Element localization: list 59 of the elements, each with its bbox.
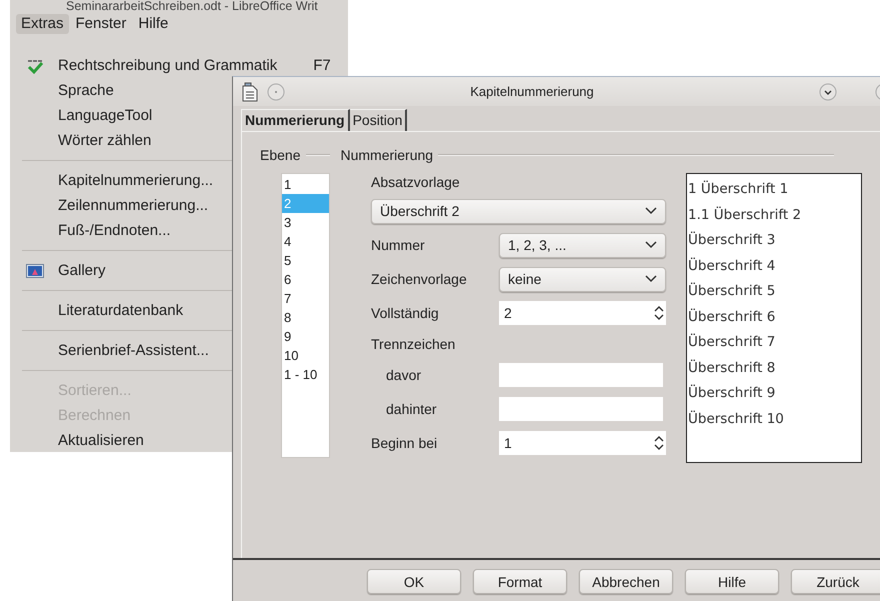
preview-heading: Überschrift 9 (688, 384, 776, 403)
menu-item[interactable]: Rechtschreibung und Grammatik F7 (10, 53, 348, 78)
preview-heading: Überschrift 6 (688, 308, 776, 326)
field-label: Vollständig (371, 305, 440, 321)
field-label: Trennzeichen (371, 336, 456, 352)
dialog-button[interactable]: Abbrechen (579, 569, 673, 594)
window-title: SeminararbeitSchreiben.odt - LibreOffice Writ (65, 0, 319, 13)
spin-field[interactable]: 1 (499, 431, 666, 455)
list-item[interactable]: 5 (282, 251, 329, 270)
input-field[interactable] (499, 397, 663, 421)
list-item[interactable]: 8 (282, 308, 329, 327)
dialog-button[interactable]: OK (367, 569, 461, 594)
preview-heading: 1.1 Überschrift 2 (688, 206, 802, 224)
tab[interactable]: Position (350, 109, 408, 131)
chevron-icon (645, 207, 657, 215)
list-item[interactable]: 10 (282, 346, 329, 365)
dropdown[interactable]: 1, 2, 3, ... (499, 232, 666, 258)
input-field[interactable] (499, 363, 663, 387)
list-item[interactable]: 9 (282, 327, 329, 346)
field-label: Absatzvorlage (371, 174, 461, 190)
minimize-button[interactable] (819, 82, 837, 100)
field-label: davor (385, 367, 422, 383)
field-label: Beginn bei (371, 435, 438, 451)
dialog-button[interactable]: Hilfe (685, 569, 779, 594)
preview-heading: Überschrift 5 (688, 282, 776, 301)
list-item[interactable]: 1 (282, 175, 329, 194)
dialog-button[interactable]: Zurück (791, 569, 880, 594)
picture-icon (26, 264, 44, 278)
preview-heading: Überschrift 4 (688, 256, 776, 276)
group-label: Nummerierung (340, 147, 434, 163)
dialog-title: Kapitelnummerierung (469, 84, 595, 99)
window-menu-button[interactable] (267, 82, 285, 100)
menu-bar-item[interactable]: Hilfe (133, 14, 174, 34)
chevron-icon (645, 241, 657, 249)
dropdown[interactable]: keine (499, 266, 666, 292)
group-label: Ebene (260, 147, 300, 163)
list-item[interactable]: 4 (282, 232, 329, 251)
spin-arrows-icon (654, 305, 664, 321)
chevron-icon (645, 275, 657, 283)
preview-heading: Überschrift 8 (688, 358, 776, 378)
preview-heading: Überschrift 3 (688, 230, 776, 250)
spin-arrows-icon (654, 435, 664, 451)
list-item[interactable]: 1 - 10 (282, 365, 329, 384)
field-label: Zeichenvorlage (371, 271, 468, 287)
dialog-button[interactable]: Format (473, 569, 567, 594)
preview-heading: Überschrift 7 (688, 332, 776, 352)
document-icon (241, 82, 259, 102)
field-label: Nummer (371, 237, 426, 253)
list-item[interactable]: 7 (282, 289, 329, 308)
menu-bar-item[interactable]: Extras (16, 14, 69, 34)
dropdown[interactable]: Überschrift 2 (371, 198, 666, 224)
tab[interactable]: Nummerierung (241, 109, 350, 131)
spin-field[interactable]: 2 (499, 301, 666, 325)
menu-bar-item[interactable]: Fenster (70, 14, 132, 34)
field-label: dahinter (385, 401, 438, 417)
preview-heading: Überschrift 10 (688, 410, 785, 428)
list-item[interactable]: 6 (282, 270, 329, 289)
list-item[interactable]: 3 (282, 213, 329, 232)
preview-heading: 1 Überschrift 1 (688, 180, 790, 199)
